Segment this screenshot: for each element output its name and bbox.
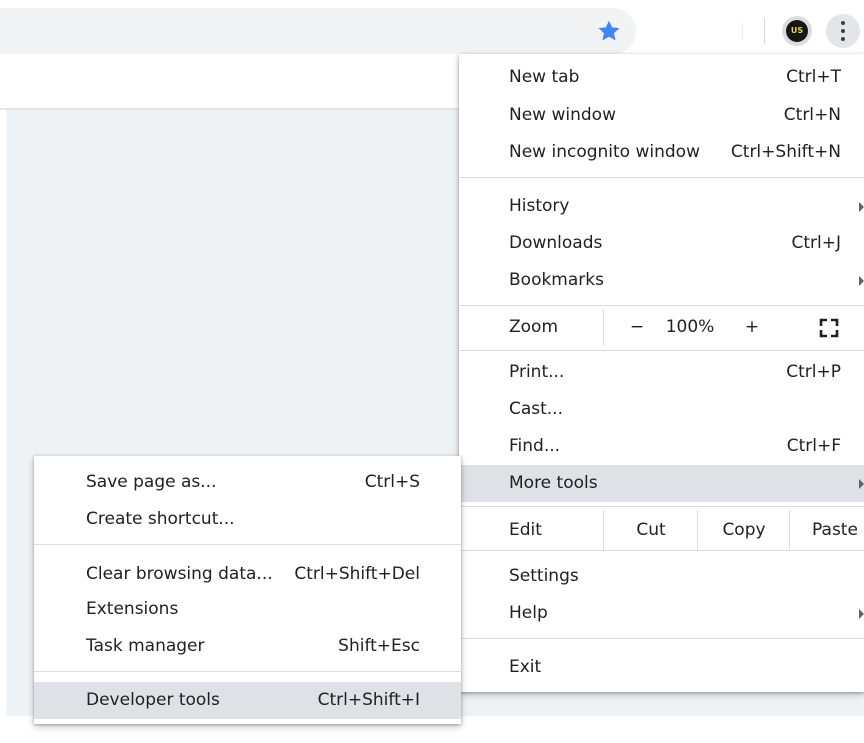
profile-avatar[interactable]: US	[782, 16, 812, 46]
more-tools-label: More tools	[509, 473, 598, 493]
fullscreen-icon[interactable]	[818, 317, 840, 339]
new-incognito-shortcut: Ctrl+Shift+N	[730, 142, 841, 162]
downloads-label: Downloads	[509, 233, 603, 253]
downloads-shortcut: Ctrl+J	[791, 233, 841, 253]
submenu-item-developer-tools[interactable]: Developer tools Ctrl+Shift+I	[34, 682, 461, 719]
find-label: Find...	[509, 436, 561, 456]
submenu-item-create-shortcut[interactable]: Create shortcut...	[34, 501, 461, 538]
menu-item-cast[interactable]: Cast...	[459, 391, 864, 428]
paste-button[interactable]: Paste	[790, 510, 864, 550]
zoom-divider	[603, 309, 604, 346]
menu-item-bookmarks[interactable]: Bookmarks	[459, 262, 864, 299]
settings-label: Settings	[509, 566, 579, 586]
new-tab-shortcut: Ctrl+T	[786, 67, 841, 87]
zoom-label: Zoom	[509, 317, 559, 337]
submenu-divider	[34, 671, 461, 672]
developer-tools-shortcut: Ctrl+Shift+I	[317, 690, 420, 710]
menu-item-print[interactable]: Print... Ctrl+P	[459, 354, 864, 391]
new-tab-label: New tab	[509, 67, 580, 87]
menu-divider	[459, 638, 864, 639]
clear-data-label: Clear browsing data...	[86, 564, 273, 584]
menu-divider	[459, 305, 864, 306]
extensions-label: Extensions	[86, 599, 179, 619]
chevron-right-icon	[859, 202, 864, 212]
menu-divider	[459, 506, 864, 507]
menu-item-history[interactable]: History	[459, 188, 864, 225]
help-label: Help	[509, 603, 548, 623]
menu-item-edit: Edit Cut Copy Paste	[459, 510, 864, 550]
menu-item-zoom: Zoom − 100% +	[459, 309, 864, 346]
menu-item-downloads[interactable]: Downloads Ctrl+J	[459, 225, 864, 262]
avatar-label: US	[786, 20, 808, 42]
chevron-right-icon	[859, 609, 864, 619]
chevron-right-icon	[859, 276, 864, 286]
exit-label: Exit	[509, 657, 542, 677]
toolbar-divider	[764, 18, 765, 44]
address-bar[interactable]	[0, 8, 636, 54]
more-tools-submenu: Save page as... Ctrl+S Create shortcut..…	[34, 456, 461, 724]
star-icon[interactable]	[596, 18, 622, 44]
menu-item-find[interactable]: Find... Ctrl+F	[459, 428, 864, 465]
kebab-menu-icon[interactable]	[826, 14, 860, 48]
history-label: History	[509, 196, 570, 216]
menu-item-settings[interactable]: Settings	[459, 558, 864, 595]
menu-item-new-incognito[interactable]: New incognito window Ctrl+Shift+N	[459, 134, 864, 171]
save-page-label: Save page as...	[86, 472, 217, 492]
menu-item-new-tab[interactable]: New tab Ctrl+T	[459, 59, 864, 96]
zoom-out-button[interactable]: −	[625, 309, 649, 346]
submenu-item-save-page[interactable]: Save page as... Ctrl+S	[34, 464, 461, 501]
submenu-item-clear-data[interactable]: Clear browsing data... Ctrl+Shift+Del	[34, 556, 461, 593]
zoom-level: 100%	[665, 317, 715, 337]
bookmarks-label: Bookmarks	[509, 270, 604, 290]
cut-button[interactable]: Cut	[604, 510, 698, 550]
find-shortcut: Ctrl+F	[786, 436, 841, 456]
menu-divider	[459, 350, 864, 351]
print-shortcut: Ctrl+P	[786, 362, 841, 382]
menu-item-new-window[interactable]: New window Ctrl+N	[459, 97, 864, 134]
menu-divider	[459, 177, 864, 178]
menu-divider	[459, 550, 864, 551]
menu-item-exit[interactable]: Exit	[459, 649, 864, 686]
save-page-shortcut: Ctrl+S	[364, 472, 420, 492]
task-manager-label: Task manager	[86, 636, 205, 656]
menu-item-help[interactable]: Help	[459, 595, 864, 632]
copy-button[interactable]: Copy	[698, 510, 790, 550]
task-manager-shortcut: Shift+Esc	[338, 636, 420, 656]
print-label: Print...	[509, 362, 565, 382]
chevron-right-icon	[859, 479, 864, 489]
zoom-in-button[interactable]: +	[741, 309, 763, 346]
cast-label: Cast...	[509, 399, 564, 419]
toolbar-faint-divider	[742, 22, 743, 40]
submenu-item-extensions[interactable]: Extensions	[34, 591, 461, 628]
submenu-divider	[34, 544, 461, 545]
new-window-shortcut: Ctrl+N	[783, 105, 841, 125]
new-window-label: New window	[509, 105, 616, 125]
create-shortcut-label: Create shortcut...	[86, 509, 235, 529]
browser-toolbar: US	[0, 0, 864, 62]
edit-label: Edit	[509, 520, 542, 540]
clear-data-shortcut: Ctrl+Shift+Del	[294, 564, 420, 584]
developer-tools-label: Developer tools	[86, 690, 220, 710]
submenu-item-task-manager[interactable]: Task manager Shift+Esc	[34, 628, 461, 665]
menu-item-more-tools[interactable]: More tools	[459, 465, 864, 502]
chrome-main-menu: New tab Ctrl+T New window Ctrl+N New inc…	[459, 54, 864, 692]
new-incognito-label: New incognito window	[509, 142, 700, 162]
